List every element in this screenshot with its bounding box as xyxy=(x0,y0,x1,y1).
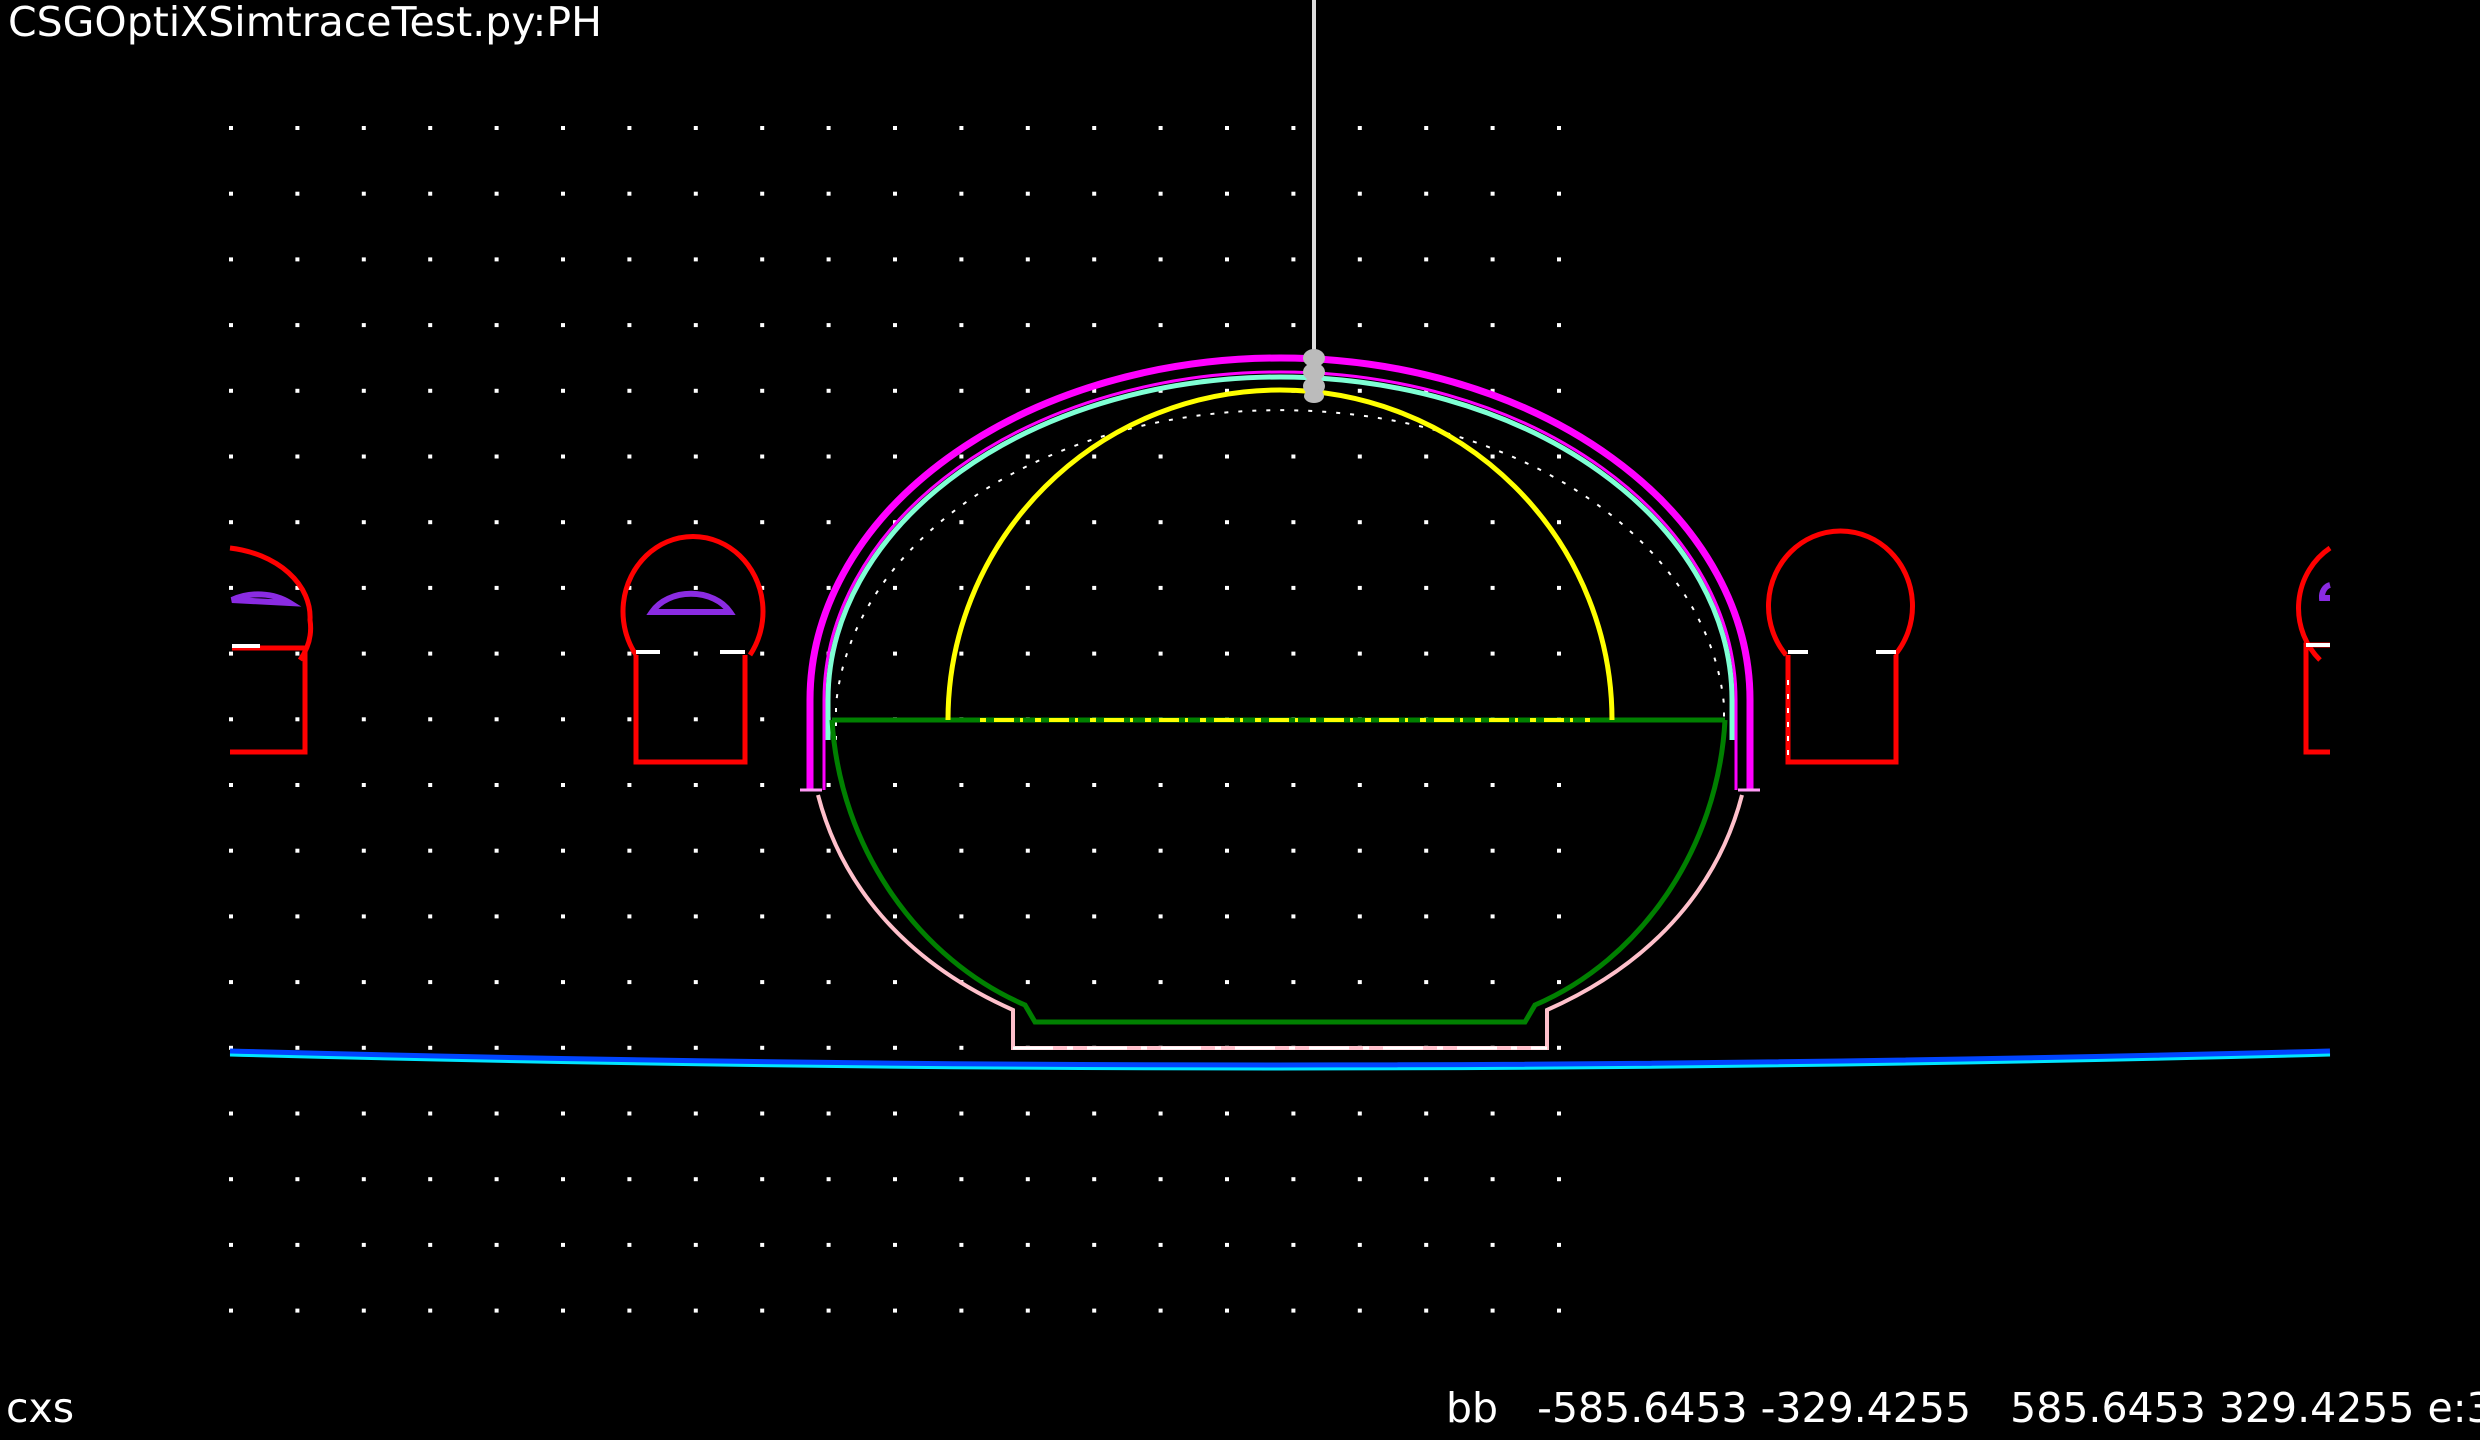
bb-values: -585.6453 -329.4255 585.6453 329.4255 e:… xyxy=(1537,1384,2480,1432)
window-title: CSGOptiXSimtraceTest.py:PH xyxy=(8,0,602,46)
simtrace-canvas xyxy=(0,0,2480,1440)
footer-left-label: cxs xyxy=(6,1384,75,1432)
bb-label: bb xyxy=(1446,1384,1499,1432)
bounding-box-readout: bb -585.6453 -329.4255 585.6453 329.4255… xyxy=(1446,1388,2480,1429)
suspension-knot xyxy=(1303,349,1325,403)
